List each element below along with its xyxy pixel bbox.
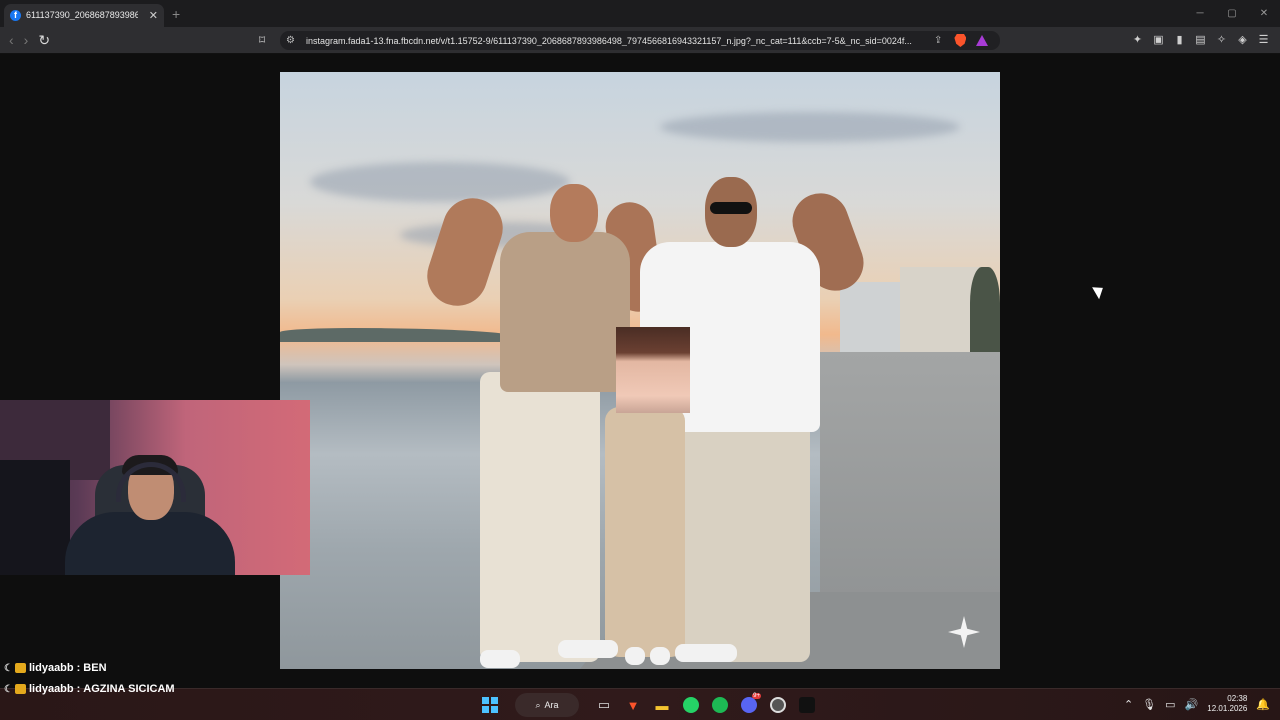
- moon-icon: ☾: [4, 683, 13, 695]
- webcam-overlay: [0, 400, 310, 575]
- shoe: [625, 647, 645, 665]
- taskbar: ⌕ Ara ▭ ▼ ▬ 9+ ⌃ 🎙 ▭ 🔊 02:38 12.01.2026 …: [0, 688, 1280, 720]
- search-label: Ara: [544, 700, 559, 710]
- chevron-up-icon[interactable]: ⌃: [1124, 698, 1133, 711]
- obs-button[interactable]: [795, 693, 819, 717]
- menu-icon[interactable]: ☰: [1257, 33, 1270, 46]
- girl-face-overlay: [616, 327, 690, 413]
- mouse-cursor: [1092, 282, 1107, 300]
- brave-rewards-icon[interactable]: [976, 35, 989, 46]
- leo-ai-icon[interactable]: ✧: [1215, 33, 1228, 46]
- discord-icon: [741, 697, 757, 713]
- spotify-button[interactable]: [708, 693, 732, 717]
- moon-icon: ☾: [4, 662, 13, 674]
- toolbar: ‹ › ↻ ⌑ ⚙ instagram.fada1-13.fna.fbcdn.n…: [0, 27, 1280, 54]
- brave-shields-icon[interactable]: [954, 34, 967, 47]
- streamer-hoodie: [65, 512, 235, 575]
- sunglasses: [710, 202, 752, 214]
- chat-username: lidyaabb: [29, 662, 74, 674]
- subscriber-badge-icon: [15, 684, 26, 694]
- site-settings-icon[interactable]: ⚙: [286, 35, 300, 46]
- task-view-icon: ▭: [597, 697, 611, 712]
- wallet-icon[interactable]: ▤: [1194, 33, 1207, 46]
- tree: [970, 267, 1000, 357]
- window-controls: ─ ▢ ✕: [1184, 8, 1280, 19]
- toolbar-right-icons: ✦ ▣ ▮ ▤ ✧ ◈ ☰: [1131, 33, 1270, 46]
- chat-message: ☾ lidyaabb : AGZINA SICICAM: [4, 683, 175, 695]
- network-icon[interactable]: ▭: [1165, 698, 1175, 711]
- shoe: [650, 647, 670, 665]
- share-icon[interactable]: ⇪: [934, 35, 942, 46]
- chat-username: lidyaabb: [29, 683, 74, 695]
- search-icon: ⌕: [535, 699, 541, 710]
- chat-message: ☾ lidyaabb : BEN: [4, 662, 107, 674]
- left-man-head: [550, 184, 598, 242]
- tab-title: 611137390_2068687893986498: [26, 10, 138, 20]
- new-tab-button[interactable]: +: [172, 6, 180, 22]
- shoe: [558, 640, 618, 658]
- vpn-icon[interactable]: ◈: [1236, 33, 1249, 46]
- chat-separator: :: [76, 683, 81, 695]
- date-text: 12.01.2026: [1207, 704, 1248, 713]
- chat-text: BEN: [83, 662, 107, 674]
- url-text[interactable]: instagram.fada1-13.fna.fbcdn.net/v/t1.15…: [306, 36, 928, 46]
- reload-icon[interactable]: ↻: [38, 32, 50, 49]
- page-viewport: [0, 54, 1280, 688]
- whatsapp-icon: [683, 697, 699, 713]
- left-man-arm: [419, 190, 511, 314]
- subscriber-badge-icon: [15, 663, 26, 673]
- app-icon: [770, 697, 786, 713]
- whatsapp-button[interactable]: [679, 693, 703, 717]
- tab-bar: f 611137390_2068687893986498 ✕ + ─ ▢ ✕: [0, 0, 1280, 27]
- notification-badge: 9+: [752, 693, 761, 699]
- search-button[interactable]: ⌕ Ara: [515, 693, 579, 717]
- app-button[interactable]: [766, 693, 790, 717]
- left-man-shirt: [500, 232, 630, 392]
- displayed-image: [280, 72, 1000, 669]
- cloud: [310, 162, 570, 202]
- facebook-icon: f: [10, 9, 21, 21]
- obs-icon: [799, 697, 815, 713]
- folder-icon: ▬: [655, 697, 669, 713]
- far-shore: [280, 328, 520, 342]
- system-tray: ⌃ 🎙 ▭ 🔊 02:38 12.01.2026 🔔: [1124, 694, 1270, 714]
- minimize-button[interactable]: ─: [1184, 8, 1216, 19]
- screenshot-icon[interactable]: ▣: [1152, 33, 1165, 46]
- discord-button[interactable]: 9+: [737, 693, 761, 717]
- start-button[interactable]: [478, 693, 502, 717]
- windows-icon: [482, 697, 498, 713]
- right-man-pants: [680, 422, 810, 662]
- notifications-icon[interactable]: 🔔: [1256, 698, 1270, 711]
- forward-icon[interactable]: ›: [24, 32, 29, 48]
- browser-tab[interactable]: f 611137390_2068687893986498 ✕: [4, 3, 164, 27]
- shoe: [675, 644, 737, 662]
- sidebar-icon[interactable]: ▮: [1173, 33, 1186, 46]
- maximize-button[interactable]: ▢: [1216, 8, 1248, 19]
- left-man-pants: [480, 372, 600, 662]
- chat-text: AGZINA SICICAM: [83, 683, 175, 695]
- address-bar[interactable]: ⚙ instagram.fada1-13.fna.fbcdn.net/v/t1.…: [280, 31, 1000, 50]
- microphone-icon[interactable]: 🎙: [1142, 698, 1156, 711]
- taskbar-apps: ⌕ Ara ▭ ▼ ▬ 9+: [478, 693, 819, 717]
- desk: [0, 460, 70, 575]
- brave-icon: ▼: [626, 697, 640, 713]
- close-tab-icon[interactable]: ✕: [149, 9, 158, 22]
- bookmark-icon[interactable]: ⌑: [259, 33, 265, 47]
- time-text: 02:38: [1227, 694, 1248, 703]
- volume-icon[interactable]: 🔊: [1185, 698, 1199, 711]
- girl-outfit: [605, 407, 685, 657]
- task-view-button[interactable]: ▭: [592, 693, 616, 717]
- chat-separator: :: [76, 662, 81, 674]
- cloud: [660, 112, 960, 142]
- spotify-icon: [712, 697, 728, 713]
- clock[interactable]: 02:38 12.01.2026: [1207, 694, 1247, 714]
- navigation-buttons: ‹ › ↻: [0, 32, 50, 49]
- shoe: [480, 650, 520, 668]
- close-window-button[interactable]: ✕: [1248, 8, 1280, 19]
- brave-taskbar-button[interactable]: ▼: [621, 693, 645, 717]
- file-explorer-button[interactable]: ▬: [650, 693, 674, 717]
- extensions-icon[interactable]: ✦: [1131, 33, 1144, 46]
- back-icon[interactable]: ‹: [9, 32, 14, 48]
